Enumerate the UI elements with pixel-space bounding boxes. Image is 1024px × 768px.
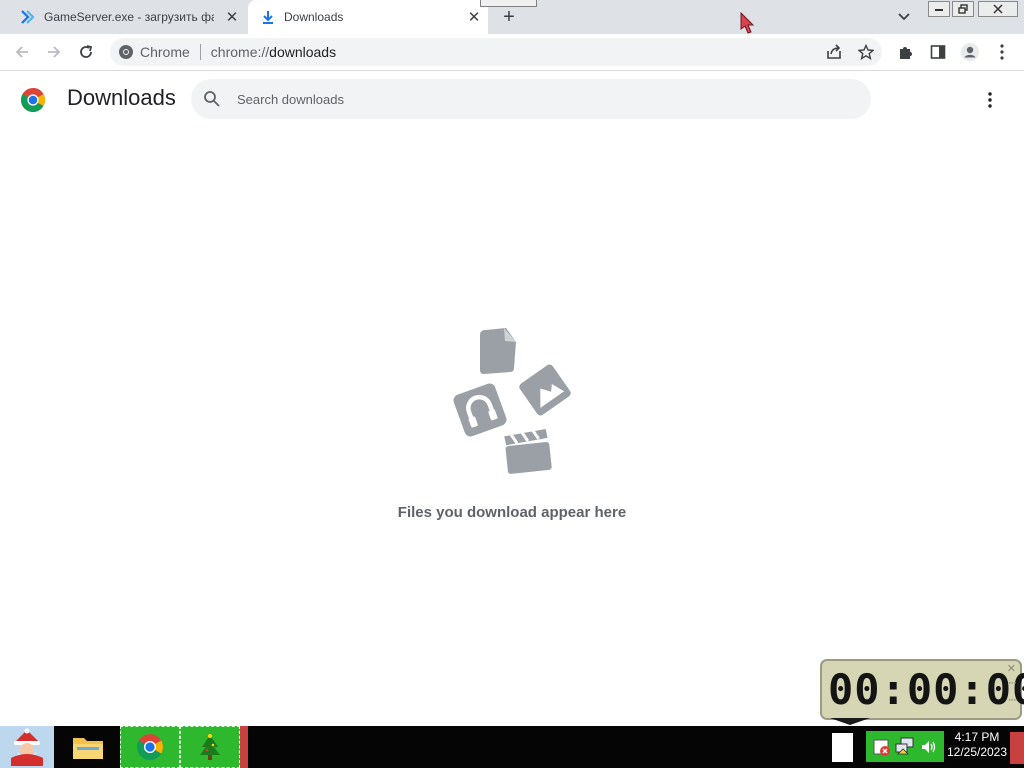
empty-state-message: Files you download appear here	[397, 504, 627, 521]
close-window-button[interactable]	[978, 1, 1018, 17]
taskbar-clock[interactable]: 4:17 PM 12/25/2023	[945, 730, 1009, 760]
tab-title: Downloads	[284, 10, 344, 24]
taskbar: 4:17 PM 12/25/2023	[0, 726, 1024, 768]
url-text[interactable]: chrome://downloads	[211, 44, 336, 60]
minimize-icon	[935, 9, 943, 11]
restore-button[interactable]	[952, 1, 974, 17]
site-info-chip[interactable]: Chrome	[110, 44, 190, 60]
video-clapper-icon	[504, 429, 552, 474]
side-panel-button[interactable]	[924, 38, 952, 66]
system-tray	[866, 731, 944, 762]
taskbar-chrome[interactable]	[120, 726, 180, 768]
volume-icon[interactable]	[920, 738, 938, 756]
santa-icon	[11, 728, 43, 766]
search-icon	[203, 90, 221, 108]
restore-icon	[958, 4, 968, 14]
stopwatch-widget[interactable]: 00:00:00 ✕ ▪▪▪ ▪▪▪	[820, 659, 1024, 725]
clock-date: 12/25/2023	[946, 745, 1008, 759]
clock-time: 4:17 PM	[954, 730, 1000, 744]
side-panel-icon	[930, 45, 946, 59]
tab-search-button[interactable]	[892, 8, 916, 26]
minimize-button[interactable]	[928, 1, 950, 17]
share-button[interactable]	[820, 38, 848, 66]
widget-pointer	[830, 718, 870, 725]
reload-icon	[80, 45, 93, 58]
chrome-menu-button[interactable]	[988, 38, 1016, 66]
chrome-icon	[137, 734, 163, 760]
taskbar-tree-app[interactable]	[180, 726, 240, 768]
profile-button[interactable]	[956, 38, 984, 66]
kebab-menu-icon	[988, 92, 992, 108]
omnibox-separator	[199, 44, 201, 60]
tray-placeholder	[832, 733, 853, 762]
downloads-menu-button[interactable]	[978, 88, 1002, 112]
mouse-cursor-icon	[740, 12, 755, 34]
chevron-down-icon	[898, 13, 910, 21]
search-box[interactable]	[191, 79, 871, 119]
new-tab-button[interactable]: +	[496, 5, 522, 29]
folder-icon	[73, 738, 103, 759]
kebab-menu-icon	[1000, 44, 1004, 60]
close-tab-icon[interactable]: ✕	[224, 9, 240, 26]
page-title: Downloads	[67, 85, 176, 110]
empty-downloads-illustration	[453, 328, 571, 474]
bookmark-button[interactable]	[852, 38, 880, 66]
downloads-header: Downloads	[0, 72, 1024, 128]
url-scheme: chrome://	[210, 44, 270, 60]
reload-button[interactable]	[72, 38, 100, 66]
chrome-icon	[119, 45, 133, 59]
christmas-tree-icon	[200, 734, 220, 760]
start-control[interactable]: ▪▪▪	[1009, 680, 1016, 687]
puzzle-icon	[900, 47, 912, 59]
arrow-left-icon	[15, 46, 28, 58]
reset-control[interactable]: ▪▪▪	[1009, 697, 1016, 704]
chrome-logo-icon	[20, 88, 46, 113]
extensions-button[interactable]	[892, 38, 920, 66]
close-icon[interactable]: ✕	[1007, 662, 1016, 675]
start-button[interactable]	[0, 726, 54, 768]
network-icon[interactable]	[894, 737, 916, 757]
document-icon	[480, 328, 516, 374]
stopwatch-display: 00:00:00	[828, 665, 1024, 714]
avatar-icon	[961, 43, 979, 61]
tab-gameserver[interactable]: GameServer.exe - загрузить фай ✕	[8, 0, 246, 34]
star-icon	[858, 44, 874, 60]
taskbar-accent-strip	[240, 726, 248, 768]
search-input[interactable]	[237, 91, 837, 107]
download-icon	[260, 9, 276, 25]
close-tab-icon[interactable]: ✕	[466, 9, 482, 26]
tab-downloads[interactable]: Downloads ✕	[248, 0, 488, 34]
security-alert-icon[interactable]	[872, 737, 892, 757]
show-desktop-button[interactable]	[1010, 732, 1024, 764]
arrow-right-icon	[48, 46, 61, 58]
chevron-right-double-icon	[20, 9, 36, 25]
audio-icon	[453, 383, 507, 437]
tab-title: GameServer.exe - загрузить фай	[44, 10, 214, 24]
back-button[interactable]	[8, 38, 36, 66]
image-icon	[519, 364, 571, 416]
url-path: downloads	[269, 44, 337, 60]
forward-button[interactable]	[40, 38, 68, 66]
share-icon	[827, 44, 841, 59]
taskbar-file-explorer[interactable]	[68, 726, 108, 768]
address-bar[interactable]: Chrome chrome://downloads	[110, 38, 882, 66]
close-icon	[993, 4, 1003, 14]
tab-strip: GameServer.exe - загрузить фай ✕ Downloa…	[0, 0, 1024, 34]
browser-toolbar: Chrome chrome://downloads	[0, 34, 1024, 71]
site-label: Chrome	[140, 44, 190, 60]
